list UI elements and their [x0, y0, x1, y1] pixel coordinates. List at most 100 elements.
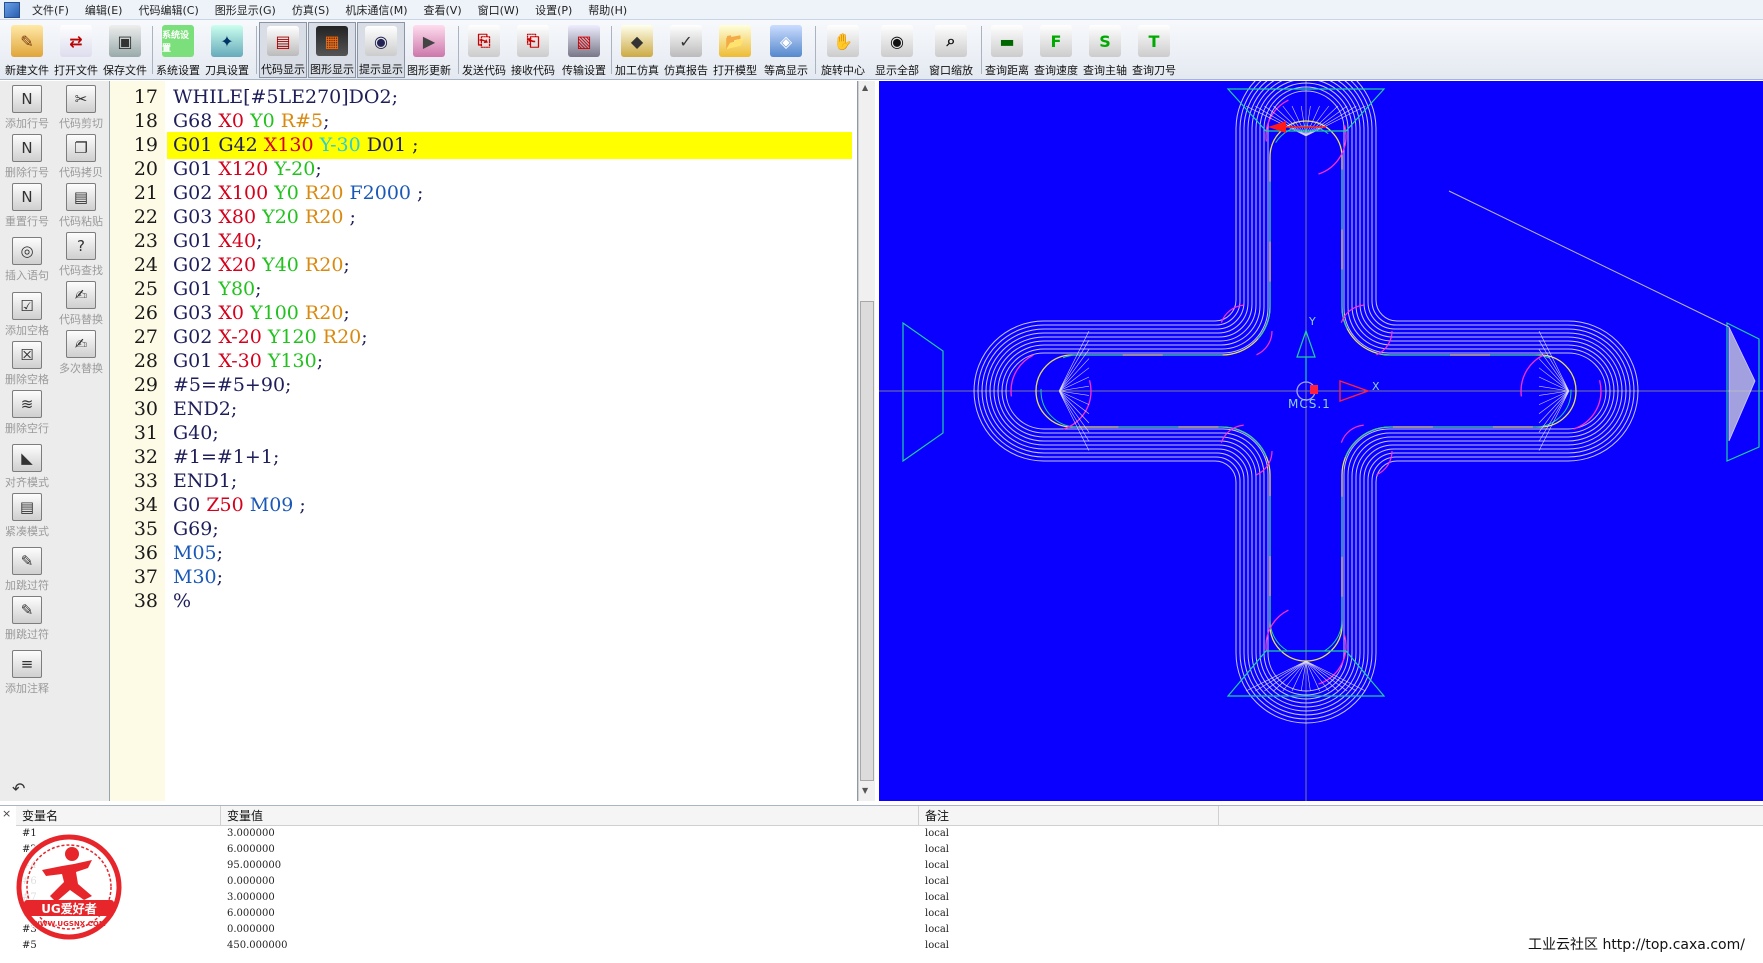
palette-button-10[interactable]: ✎ 删跳过符: [0, 592, 54, 642]
palette-button-1[interactable]: N 删除行号: [0, 130, 54, 180]
code-line[interactable]: 31 G40;: [110, 420, 857, 447]
graphics-view[interactable]: Y X MCS.1: [879, 81, 1763, 801]
column-header-note[interactable]: 备注: [919, 806, 1219, 825]
scrollbar-thumb[interactable]: [860, 301, 874, 781]
toolbar-button-18[interactable]: ⌕ 窗口缩放: [925, 22, 977, 78]
code-line[interactable]: 29 #5=#5+90;: [110, 372, 857, 399]
toolpath-canvas[interactable]: Y X MCS.1: [879, 81, 1763, 801]
code-line[interactable]: 28 G01 X-30 Y130;: [110, 348, 857, 375]
menu-item-8[interactable]: 设置(P): [527, 2, 580, 18]
palette-button-code-2[interactable]: ▤ 代码粘贴: [54, 179, 108, 229]
code-line[interactable]: 22 G03 X80 Y20 R20 ;: [110, 204, 857, 231]
menu-item-9[interactable]: 帮助(H): [580, 2, 635, 18]
y-axis-label: Y: [1308, 315, 1316, 328]
palette-button-code-5[interactable]: ✍ 多次替换: [54, 326, 108, 376]
code-line[interactable]: 26 G03 X0 Y100 R20;: [110, 300, 857, 327]
toolbar-button-7[interactable]: ◉ 提示显示: [357, 22, 405, 78]
code-line[interactable]: 20 G01 X120 Y-20;: [110, 156, 857, 183]
palette-button-0[interactable]: N 添加行号: [0, 81, 54, 131]
scroll-up-icon[interactable]: ▲: [862, 83, 868, 92]
palette-button-5[interactable]: ☒ 删除空格: [0, 337, 54, 387]
table-row[interactable]: #86.000000local: [16, 906, 1763, 922]
palette-button-code-0[interactable]: ✂ 代码剪切: [54, 81, 108, 131]
code-token: ;: [343, 206, 356, 228]
code-line[interactable]: 33 END1;: [110, 468, 857, 495]
menu-item-4[interactable]: 仿真(S): [284, 2, 338, 18]
column-header-name[interactable]: 变量名: [16, 806, 221, 825]
code-editor[interactable]: 17 WHILE[#5LE270]DO2; 18 G68 X0 Y0 R#5; 19 G0…: [110, 81, 858, 801]
toolbar-button-14[interactable]: 📂 打开模型: [712, 22, 758, 78]
code-line[interactable]: 32 #1=#1+1;: [110, 444, 857, 471]
toolbar-button-9[interactable]: ⎘ 发送代码: [461, 22, 507, 78]
toolbar-button-22[interactable]: T 查询刀号: [1131, 22, 1177, 78]
palette-button-8[interactable]: ▤ 紧凑模式: [0, 489, 54, 539]
menu-item-5[interactable]: 机床通信(M): [337, 2, 415, 18]
menu-item-7[interactable]: 窗口(W): [470, 2, 527, 18]
palette-button-11[interactable]: ≡ 添加注释: [0, 646, 54, 696]
code-line[interactable]: 34 G0 Z50 M09 ;: [110, 492, 857, 519]
table-row[interactable]: #60.000000local: [16, 874, 1763, 890]
palette-button-9[interactable]: ✎ 加跳过符: [0, 543, 54, 593]
code-line[interactable]: 19 G01 G42 X130 Y-30 D01 ;: [110, 132, 857, 159]
toolbar-button-3[interactable]: 系统设置 系统设置: [155, 22, 201, 78]
scroll-down-icon[interactable]: ▼: [862, 786, 868, 795]
toolbar-button-16[interactable]: ✋ 旋转中心: [818, 22, 868, 78]
code-line[interactable]: 21 G02 X100 Y0 R20 F2000 ;: [110, 180, 857, 207]
toolbar-button-0[interactable]: ✎ 新建文件: [4, 22, 50, 78]
code-line[interactable]: 30 END2;: [110, 396, 857, 423]
code-line[interactable]: 23 G01 X40;: [110, 228, 857, 255]
toolbar-button-6[interactable]: ▦ 图形显示: [308, 22, 356, 78]
menu-item-6[interactable]: 查看(V): [416, 2, 470, 18]
table-row[interactable]: #3 0.000000 local: [16, 922, 1763, 938]
toolbar-button-19[interactable]: ▬ 查询距离: [984, 22, 1030, 78]
palette-button-6[interactable]: ≋ 删除空行: [0, 386, 54, 436]
code-line[interactable]: 25 G01 Y80;: [110, 276, 857, 303]
toolbar-button-1[interactable]: ⇄ 打开文件: [53, 22, 99, 78]
code-token: R20: [304, 254, 344, 276]
toolbar-button-21[interactable]: S 查询主轴: [1082, 22, 1128, 78]
palette-button-4[interactable]: ☑ 添加空格: [0, 288, 54, 338]
palette-button-code-1[interactable]: ❐ 代码拷贝: [54, 130, 108, 180]
palette-button-code-4[interactable]: ✍ 代码替换: [54, 277, 108, 327]
toolbar-button-4[interactable]: ✦ 刀具设置: [204, 22, 250, 78]
code-line[interactable]: 36 M05;: [110, 540, 857, 567]
palette-button-2[interactable]: N 重置行号: [0, 179, 54, 229]
menu-item-1[interactable]: 编辑(E): [77, 2, 131, 18]
query-speed-icon: F: [1040, 25, 1072, 57]
table-row[interactable]: #5 450.000000 local: [16, 938, 1763, 954]
column-header-value[interactable]: 变量值: [221, 806, 919, 825]
toolbar-button-13[interactable]: ✓ 仿真报告: [663, 22, 709, 78]
menu-item-2[interactable]: 代码编辑(C): [130, 2, 206, 18]
code-line[interactable]: 38%: [110, 588, 857, 615]
code-line[interactable]: 35 G69;: [110, 516, 857, 543]
palette-button-3[interactable]: ◎ 插入语句: [0, 233, 54, 283]
code-line[interactable]: 17 WHILE[#5LE270]DO2;: [110, 84, 857, 111]
palette-button-code-3[interactable]: ? 代码查找: [54, 228, 108, 278]
var-value: 95.000000: [227, 860, 282, 871]
code-line[interactable]: 18 G68 X0 Y0 R#5;: [110, 108, 857, 135]
editor-scrollbar[interactable]: ▲ ▼: [858, 81, 875, 801]
toolbar-button-8[interactable]: ▶ 图形更新: [406, 22, 452, 78]
table-row[interactable]: #73.000000local: [16, 890, 1763, 906]
table-row[interactable]: #2 6.000000 local: [16, 842, 1763, 858]
toolbar-button-10[interactable]: ⎗ 接收代码: [510, 22, 556, 78]
table-row[interactable]: #495.000000local: [16, 858, 1763, 874]
code-line[interactable]: 37 M30;: [110, 564, 857, 591]
palette-button-7[interactable]: ◣ 对齐模式: [0, 440, 54, 490]
toolbar-button-17[interactable]: ◉ 显示全部: [873, 22, 921, 78]
menu-item-0[interactable]: 文件(F): [24, 2, 77, 18]
toolbar-button-20[interactable]: F 查询速度: [1033, 22, 1079, 78]
close-icon[interactable]: ×: [2, 807, 11, 820]
toolbar-button-2[interactable]: ▣ 保存文件: [102, 22, 148, 78]
menu-item-3[interactable]: 图形显示(G): [207, 2, 284, 18]
palette-label: 删除空行: [5, 422, 49, 435]
code-line[interactable]: 27 G02 X-20 Y120 R20;: [110, 324, 857, 351]
table-row[interactable]: #1 3.000000 local: [16, 826, 1763, 842]
toolbar-button-12[interactable]: ◆ 加工仿真: [614, 22, 660, 78]
code-line[interactable]: 24 G02 X20 Y40 R20;: [110, 252, 857, 279]
toolbar-button-11[interactable]: ▧ 传输设置: [559, 22, 609, 78]
toolbar-button-15[interactable]: ◈ 等高显示: [761, 22, 811, 78]
toolbar-button-5[interactable]: ▤ 代码显示: [259, 22, 307, 78]
undo-icon[interactable]: ↶: [12, 779, 25, 798]
line-number: 23: [133, 230, 158, 252]
